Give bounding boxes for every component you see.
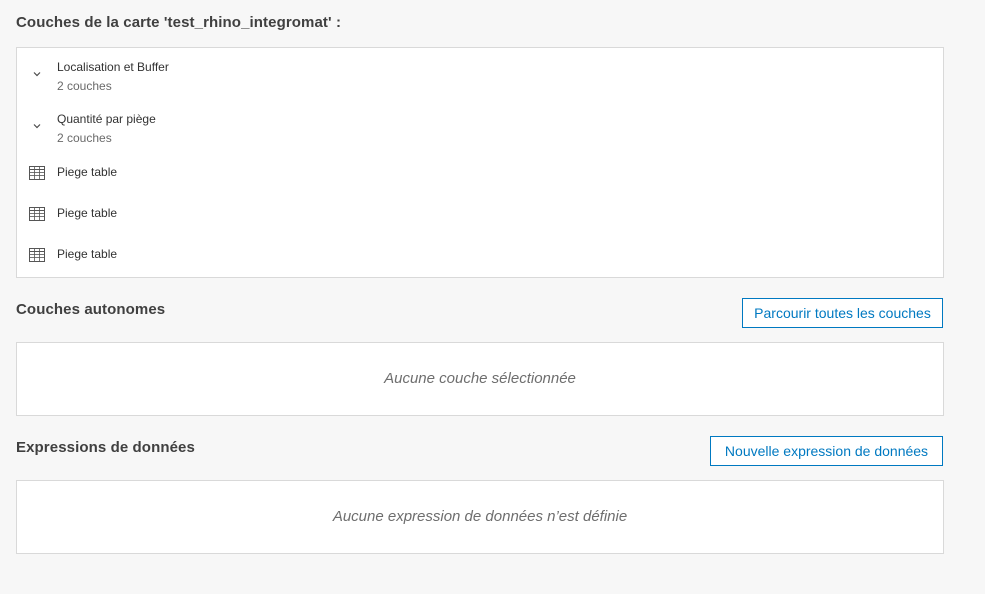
table-icon <box>29 207 45 221</box>
chevron-down-icon[interactable] <box>31 120 43 132</box>
table-icon <box>29 166 45 180</box>
page: Couches de la carte 'test_rhino_integrom… <box>0 0 985 594</box>
chevron-down-icon[interactable] <box>31 68 43 80</box>
browse-layers-button[interactable]: Parcourir toutes les couches <box>742 298 943 328</box>
data-expressions-panel: Aucune expression de données n’est défin… <box>16 480 944 554</box>
layer-table-label: Piege table <box>57 165 118 179</box>
layer-table-item[interactable]: Piege table <box>17 237 943 275</box>
layer-group-label: Quantité par piège <box>57 112 156 126</box>
layer-group-quantite-piege[interactable]: Quantité par piège 2 couches <box>17 104 943 148</box>
layer-group-count: 2 couches <box>57 131 112 145</box>
layer-group-localisation-buffer[interactable]: Localisation et Buffer 2 couches <box>17 52 943 96</box>
new-data-expression-button[interactable]: Nouvelle expression de données <box>710 436 943 466</box>
layer-table-label: Piege table <box>57 247 118 261</box>
no-expression-message: Aucune expression de données n’est défin… <box>332 508 628 525</box>
data-expressions-title: Expressions de données <box>16 439 195 456</box>
map-layers-panel: Localisation et Buffer 2 couches Quantit… <box>16 47 944 278</box>
map-layers-title: Couches de la carte 'test_rhino_integrom… <box>16 14 342 31</box>
no-layer-selected-message: Aucune couche sélectionnée <box>384 370 576 387</box>
standalone-layers-title: Couches autonomes <box>16 301 166 318</box>
layer-table-item[interactable]: Piege table <box>17 196 943 234</box>
table-icon <box>29 248 45 262</box>
layer-group-count: 2 couches <box>57 79 112 93</box>
layer-table-label: Piege table <box>57 206 118 220</box>
layer-group-label: Localisation et Buffer <box>57 60 169 74</box>
layer-table-item[interactable]: Piege table <box>17 154 943 192</box>
standalone-layers-panel: Aucune couche sélectionnée <box>16 342 944 416</box>
